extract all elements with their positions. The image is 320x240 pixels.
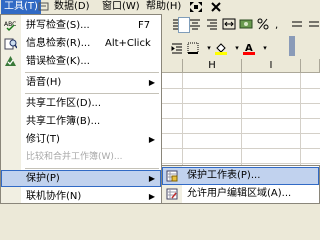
column-header-h[interactable]: H [183,59,242,73]
menu-item-spelling[interactable]: ABC 拼写检查(S)... F7 [1,17,161,34]
menu-bar: 工具(T) 数据(D) 窗口(W) 帮助(H) [0,0,320,14]
comma-style-icon[interactable]: , [272,16,288,32]
column-header-j[interactable] [301,59,320,73]
toolbar-options-handle[interactable] [289,36,295,56]
menu-item-online-collaboration[interactable]: 联机协作(N) ▶ [1,188,161,205]
submenu-arrow-icon: ▶ [148,174,155,183]
toolbar-grip-icon [38,2,49,11]
borders-icon[interactable] [185,40,201,56]
menu-separator [25,93,159,94]
allow-edit-icon [166,188,178,200]
menu-item-shared-workspace[interactable]: 共享工作区(D)... [1,95,161,112]
menu-item-allow-edit-ranges[interactable]: 允许用户编辑区域(A)... [162,185,319,203]
grid-line [160,133,320,134]
svg-text:,: , [275,20,278,31]
indent-icon[interactable] [169,40,185,56]
menu-item-research[interactable]: 信息检索(R)... Alt+Click [1,35,161,52]
merge-center-icon[interactable] [221,16,237,32]
submenu-arrow-icon: ▶ [148,78,155,87]
menu-item-error-check[interactable]: 错误检查(K)... [1,53,161,70]
grid-line [160,118,320,119]
grid-line [160,148,320,149]
menu-separator [25,168,159,169]
font-name-combo[interactable] [178,17,190,33]
menu-item-track-changes[interactable]: 修订(T) ▶ [1,131,161,148]
menu-data[interactable]: 数据(D) [51,0,93,14]
menu-item-speech[interactable]: 语音(H) ▶ [1,74,161,91]
submenu-arrow-icon: ▶ [148,192,155,201]
menu-window[interactable]: 窗口(W) [99,0,143,14]
protect-sheet-icon [166,170,178,182]
font-color-dropdown-icon[interactable]: ▾ [257,40,273,56]
percent-icon[interactable] [255,16,271,32]
protection-submenu: 保护工作表(P)... 允许用户编辑区域(A)... [161,165,320,204]
grid-line [160,163,320,164]
menu-item-protection[interactable]: 保护(P) ▶ [1,170,161,187]
fill-color-icon[interactable] [213,40,229,56]
error-check-icon [4,55,17,68]
menu-help[interactable]: 帮助(H) [143,0,184,14]
spell-check-icon: ABC [4,19,17,32]
menu-tools[interactable]: 工具(T) [1,0,41,14]
research-icon [4,37,18,50]
column-header-i[interactable]: I [242,59,301,73]
menu-item-compare-merge: 比较和合并工作簿(W)... [26,152,123,162]
close-doc-icon[interactable] [210,1,222,13]
grid-line [160,103,320,104]
svg-text:ABC: ABC [4,21,16,28]
grid-line [160,88,320,89]
decrease-decimal-icon[interactable] [306,16,320,32]
font-color-icon[interactable]: A [241,40,257,56]
increase-decimal-icon[interactable] [289,16,305,32]
menu-item-share-workbook[interactable]: 共享工作簿(B)... [1,113,161,130]
menu-separator [25,72,159,73]
tools-menu: ABC 拼写检查(S)... F7 信息检索(R)... Alt+Click 错… [0,14,162,204]
menu-item-protect-sheet[interactable]: 保护工作表(P)... [162,167,319,185]
resize-arrows-icon[interactable] [189,1,203,13]
column-header-g[interactable] [160,59,183,73]
align-right-icon[interactable] [204,16,220,32]
currency-icon[interactable] [238,16,254,32]
submenu-arrow-icon: ▶ [148,135,155,144]
